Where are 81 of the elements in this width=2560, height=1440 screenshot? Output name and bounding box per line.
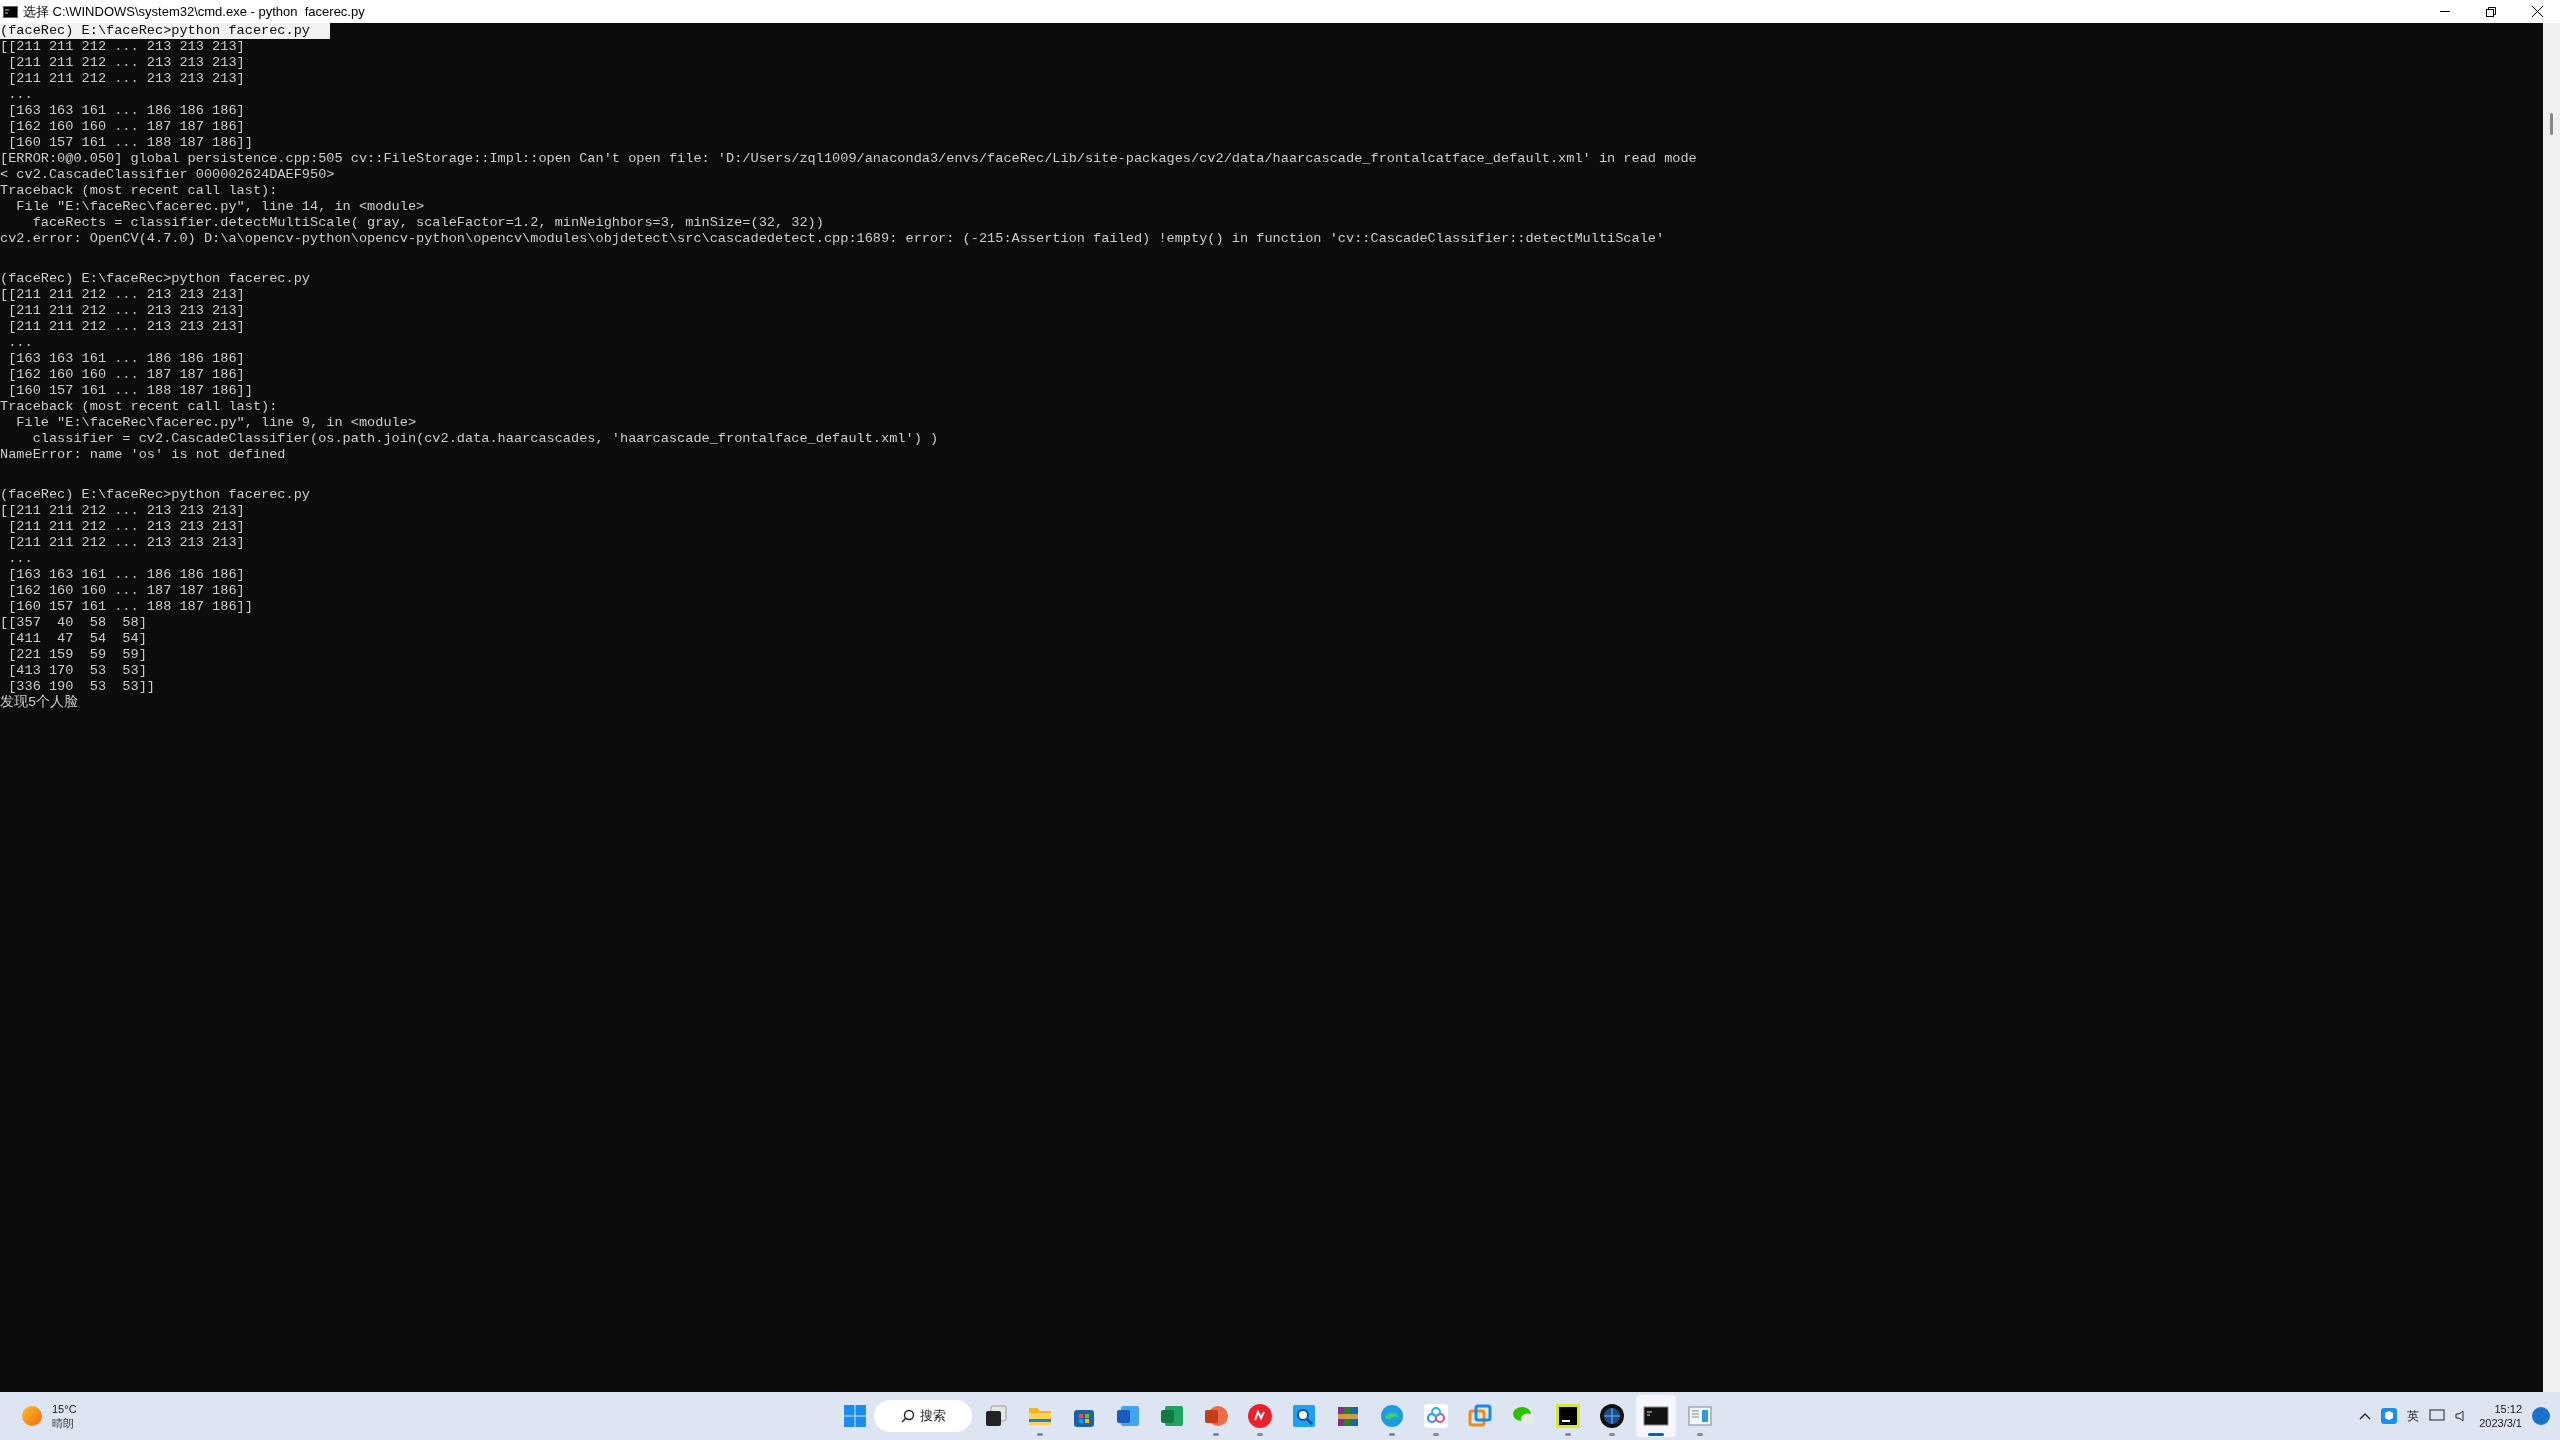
terminal-line: [[211 211 212 ... 213 213 213] <box>0 287 245 303</box>
terminal-line: [211 211 212 ... 213 213 213] <box>7 535 245 551</box>
magnifier-icon <box>1291 1403 1317 1429</box>
weather-condition: 晴朗 <box>52 1416 75 1430</box>
terminal-line: [[211 211 212 ... 213 213 213] <box>0 39 245 55</box>
cloud-icon <box>1423 1403 1449 1429</box>
terminal-line: [211 211 212 ... 213 213 213] <box>7 303 245 319</box>
console-icon <box>3 5 18 18</box>
spreadsheet-icon <box>1159 1403 1185 1429</box>
terminal-line: cv2.error: OpenCV(4.7.0) D:\a\opencv-python\opencv-python\opencv\modules\objdetect\src\cascadedetect.cpp:1689: error: (-215:Assertion failed) !empty() in function 'cv::CascadeClassifier::detectMultiScale' <box>0 231 1665 247</box>
sun-icon <box>22 1406 42 1426</box>
terminal-line: [ERROR:0@0.050] global persistence.cpp:505 cv::FileStorage::Impl::open Can't open file: 'D:/Users/zql1009/anaconda3/envs/faceRec/Lib/site-packages/cv2/data/haarcascade_frontalcatface_default.xml' in read mode <box>0 151 1697 167</box>
running-indicator <box>1257 1433 1263 1436</box>
round-app-icon <box>1247 1403 1273 1429</box>
running-indicator <box>1697 1433 1703 1436</box>
running-indicator <box>1389 1433 1395 1436</box>
terminal-line: (faceRec) E:\faceRec>python facerec.py <box>0 271 310 287</box>
terminal-line: [163 163 161 ... 186 186 186] <box>7 351 245 367</box>
terminal-line: File "E:\faceRec\facerec.py", line 14, in <module> <box>15 199 425 215</box>
window-title: 选择 C:\WINDOWS\system32\cmd.exe - python facerec.py <box>23 2 365 21</box>
terminal-line: [163 163 161 ... 186 186 186] <box>7 567 245 583</box>
monitor-icon <box>2429 1409 2446 1423</box>
running-indicator <box>1609 1433 1615 1436</box>
running-indicator <box>1433 1433 1439 1436</box>
running-indicator <box>1648 1433 1664 1436</box>
globe-icon <box>1599 1403 1625 1429</box>
windows-icon <box>844 1405 866 1427</box>
restore-icon <box>2486 6 2496 17</box>
windows-stack-icon <box>983 1403 1009 1429</box>
square-logo-icon <box>1555 1403 1581 1429</box>
terminal-line: classifier = cv2.CascadeClassifier(os.path.join(cv2.data.haarcascades, 'haarcascade_frontalface_default.xml') ) <box>31 431 939 447</box>
scrollbar-thumb[interactable] <box>2550 113 2553 135</box>
terminal-line: [413 170 53 53] <box>7 663 147 679</box>
temperature: 15°C <box>52 1402 77 1416</box>
terminal-line: [160 157 161 ... 188 187 186]] <box>7 383 253 399</box>
terminal-line: [163 163 161 ... 186 186 186] <box>7 103 245 119</box>
minimize-icon <box>2440 11 2450 12</box>
presentation-icon <box>1203 1403 1229 1429</box>
terminal-line: [336 190 53 53]] <box>7 679 155 694</box>
terminal-line: (faceRec) E:\faceRec>python facerec.py <box>0 487 310 503</box>
terminal-line: [160 157 161 ... 188 187 186]] <box>7 599 253 615</box>
taskbar-app-button[interactable] <box>1636 1395 1676 1437</box>
terminal-line: 发现5个人脸 <box>0 695 79 711</box>
overlapping-squares-icon <box>1467 1403 1493 1429</box>
clock-time: 15:12 <box>2494 1402 2522 1416</box>
notification-icon <box>2532 1407 2550 1425</box>
terminal-line: NameError: name 'os' is not defined <box>0 447 286 463</box>
close-icon <box>2531 6 2543 17</box>
terminal-line: [162 160 160 ... 187 187 186] <box>7 583 245 599</box>
terminal-line: Traceback (most recent call last): <box>0 183 278 199</box>
terminal-line: [221 159 59 59] <box>7 647 147 663</box>
search-icon <box>900 1409 915 1423</box>
document-icon <box>1115 1403 1141 1429</box>
wave-circle-icon <box>1379 1403 1405 1429</box>
terminal-line: Traceback (most recent call last): <box>0 399 278 415</box>
cube-icon <box>2381 1408 2398 1424</box>
terminal-line: < cv2.CascadeClassifier 000002624DAEF950> <box>0 167 335 183</box>
terminal-icon <box>1643 1403 1669 1429</box>
terminal-line: [211 211 212 ... 213 213 213] <box>7 519 245 535</box>
terminal-line: [[211 211 212 ... 213 213 213] <box>0 503 245 519</box>
terminal-line: faceRects = classifier.detectMultiScale( gray, scaleFactor=1.2, minNeighbors=3, minSize=(32, 32)) <box>31 215 824 231</box>
terminal-line: ... <box>7 87 33 103</box>
terminal-line: [162 160 160 ... 187 187 186] <box>7 367 245 383</box>
clock-date: 2023/3/1 <box>2479 1416 2522 1430</box>
running-indicator <box>1213 1433 1219 1436</box>
search-button[interactable]: 搜索 <box>874 1400 972 1432</box>
terminal-line: [160 157 161 ... 188 187 186]] <box>7 135 253 151</box>
terminal-line: [211 211 212 ... 213 213 213] <box>7 319 245 335</box>
terminal-line: [162 160 160 ... 187 187 186] <box>7 119 245 135</box>
terminal-line: File "E:\faceRec\facerec.py", line 9, in <module> <box>15 415 417 431</box>
terminal-line: [211 211 212 ... 213 213 213] <box>7 71 245 87</box>
input-language[interactable]: 英 <box>2407 1407 2420 1425</box>
terminal-line: [[357 40 58 58] <box>0 615 147 631</box>
running-indicator <box>1565 1433 1571 1436</box>
running-indicator <box>1037 1433 1043 1436</box>
terminal-line: ... <box>7 551 33 567</box>
terminal-line: ... <box>7 335 33 351</box>
chevron-up-icon <box>2359 1412 2372 1420</box>
window-panel-icon <box>1687 1403 1713 1429</box>
terminal-line: [211 211 212 ... 213 213 213] <box>7 55 245 71</box>
terminal-line: [411 47 54 54] <box>7 631 147 647</box>
